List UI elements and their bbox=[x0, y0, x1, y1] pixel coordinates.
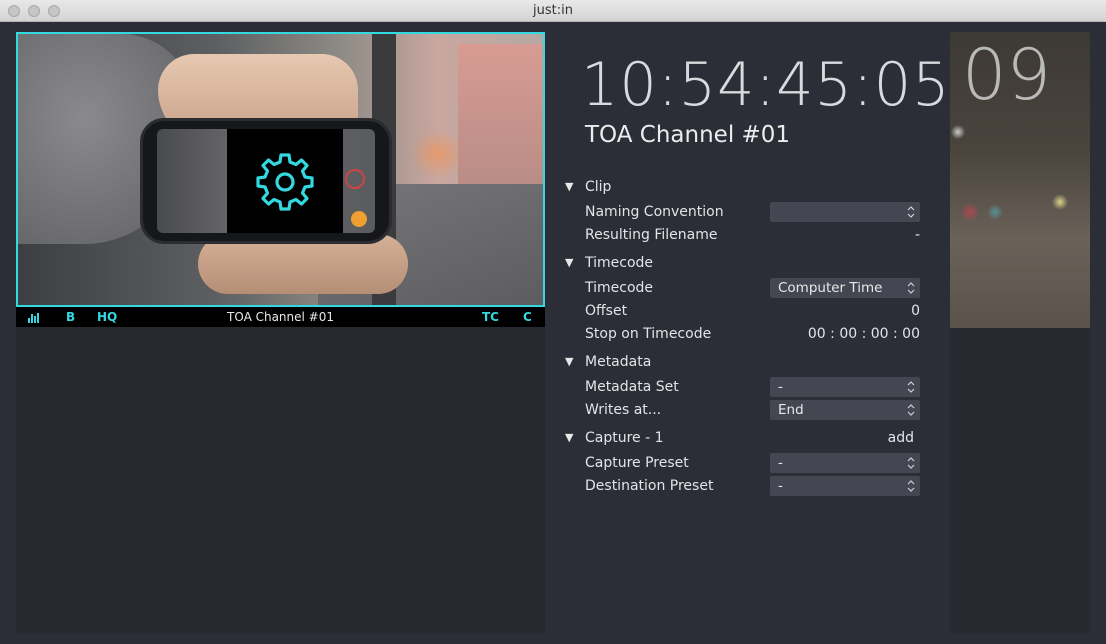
writes-at-select[interactable]: End bbox=[770, 400, 920, 420]
phone-screen-overlay bbox=[227, 129, 343, 233]
chevron-up-down-icon bbox=[907, 404, 915, 416]
preview-status-bar: TOA Channel #01 B HQ TC C bbox=[16, 307, 545, 327]
hq-toggle[interactable]: HQ bbox=[97, 307, 117, 327]
window-title: just:in bbox=[533, 3, 573, 18]
b-toggle[interactable]: B bbox=[66, 307, 75, 327]
timecode-source-row: Timecode Computer Time bbox=[545, 277, 950, 299]
naming-convention-row: Naming Convention bbox=[545, 201, 950, 223]
channel-preview-video[interactable] bbox=[16, 32, 545, 307]
metadata-set-select[interactable]: - bbox=[770, 377, 920, 397]
chevron-up-down-icon bbox=[907, 206, 915, 218]
section-capture-header[interactable]: ▼ Capture - 1 add bbox=[545, 427, 950, 449]
title-bar: just:in bbox=[0, 0, 1106, 22]
next-channel-panel: 09 bbox=[950, 32, 1090, 634]
chevron-up-down-icon bbox=[907, 480, 915, 492]
resulting-filename-value: - bbox=[914, 227, 920, 243]
stop-on-timecode-row: Stop on Timecode 00 : 00 : 00 : 00 bbox=[545, 323, 950, 345]
tc-toggle[interactable]: TC bbox=[482, 307, 499, 327]
channel-title: TOA Channel #01 bbox=[585, 122, 791, 148]
disclosure-triangle-icon[interactable]: ▼ bbox=[565, 176, 573, 198]
writes-at-row: Writes at... End bbox=[545, 399, 950, 421]
offset-row: Offset 0 bbox=[545, 300, 950, 322]
video-scene bbox=[458, 44, 543, 184]
gear-icon[interactable] bbox=[255, 151, 315, 211]
audio-level-icon[interactable] bbox=[28, 312, 42, 323]
channel-preview-panel: TOA Channel #01 B HQ TC C bbox=[16, 32, 545, 634]
next-channel-timecode-fragment: 09 bbox=[962, 34, 1052, 116]
add-capture-button[interactable]: add bbox=[888, 427, 914, 449]
phone-in-video bbox=[140, 118, 392, 244]
section-clip-header[interactable]: ▼ Clip bbox=[545, 176, 950, 198]
capture-preset-row: Capture Preset - bbox=[545, 452, 950, 474]
phone-screen bbox=[157, 129, 375, 233]
naming-convention-select[interactable] bbox=[770, 202, 920, 222]
disclosure-triangle-icon[interactable]: ▼ bbox=[565, 252, 573, 274]
section-metadata-header[interactable]: ▼ Metadata bbox=[545, 351, 950, 373]
chevron-up-down-icon bbox=[907, 381, 915, 393]
channel-inspector: 10:54:45:05 TOA Channel #01 ▼ Clip Namin… bbox=[545, 22, 950, 644]
stop-on-timecode-value[interactable]: 00 : 00 : 00 : 00 bbox=[808, 323, 920, 345]
metadata-set-row: Metadata Set - bbox=[545, 376, 950, 398]
preview-channel-name: TOA Channel #01 bbox=[227, 310, 334, 324]
c-toggle[interactable]: C bbox=[523, 307, 532, 327]
timecode-display: 10:54:45:05 bbox=[581, 50, 951, 120]
timecode-source-select[interactable]: Computer Time bbox=[770, 278, 920, 298]
chevron-up-down-icon bbox=[907, 457, 915, 469]
next-channel-thumbnail[interactable]: 09 bbox=[950, 32, 1090, 328]
destination-preset-row: Destination Preset - bbox=[545, 475, 950, 497]
zoom-window-button[interactable] bbox=[48, 5, 60, 17]
destination-preset-select[interactable]: - bbox=[770, 476, 920, 496]
resulting-filename-row: Resulting Filename - bbox=[545, 224, 950, 246]
chevron-up-down-icon bbox=[907, 282, 915, 294]
main-window: TOA Channel #01 B HQ TC C 10:54:45:05 TO… bbox=[0, 22, 1106, 644]
phone-badge-icon bbox=[351, 211, 367, 227]
disclosure-triangle-icon[interactable]: ▼ bbox=[565, 427, 573, 449]
minimize-window-button[interactable] bbox=[28, 5, 40, 17]
capture-preset-select[interactable]: - bbox=[770, 453, 920, 473]
disclosure-triangle-icon[interactable]: ▼ bbox=[565, 351, 573, 373]
section-timecode-header[interactable]: ▼ Timecode bbox=[545, 252, 950, 274]
record-icon bbox=[345, 169, 365, 189]
offset-value[interactable]: 0 bbox=[911, 300, 920, 322]
close-window-button[interactable] bbox=[8, 5, 20, 17]
